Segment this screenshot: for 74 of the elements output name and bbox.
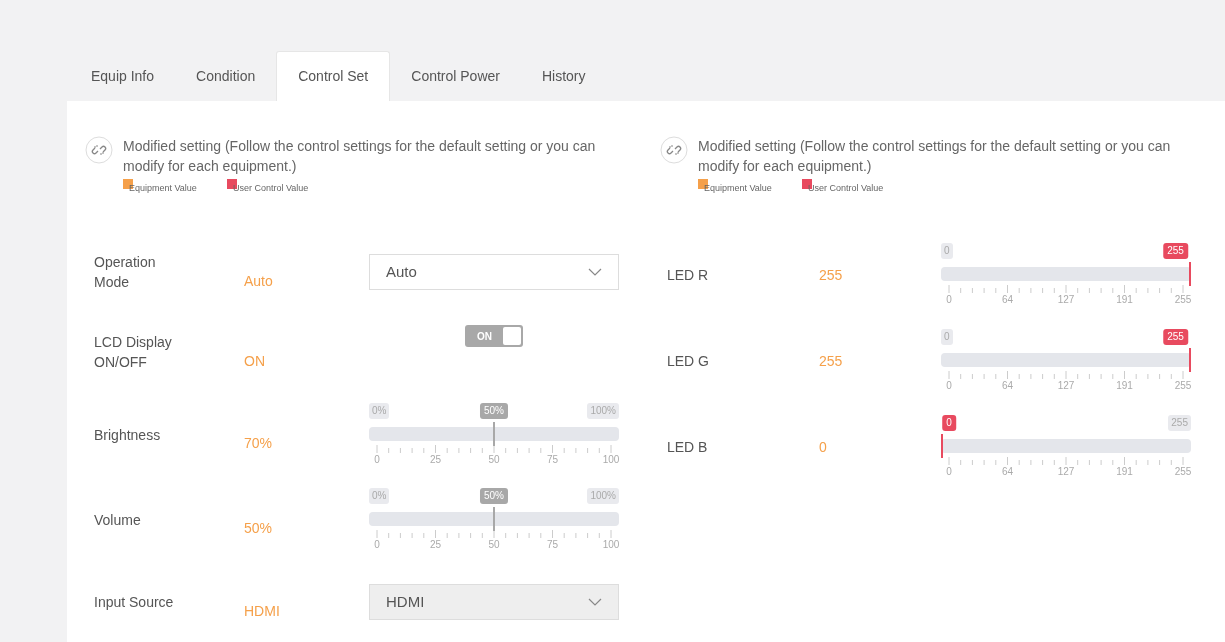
slider-tick-label: 0: [946, 379, 952, 393]
equipment-value: 0: [819, 437, 828, 457]
slider-track[interactable]: [941, 348, 1191, 372]
slider-max-label: 100%: [587, 402, 619, 419]
slider-value-bubble: 50%: [480, 487, 508, 504]
slider-tick-label: 75: [546, 537, 559, 552]
slider-max-label: 255: [1168, 415, 1191, 431]
slider-tick-label: 0: [946, 465, 952, 479]
slider-tick-label: 64: [1001, 293, 1014, 307]
equipment-value: ON: [244, 351, 266, 371]
slider-tick-label: 50: [488, 452, 500, 467]
slider-tick-label: 191: [1116, 465, 1133, 479]
equipment-value: 255: [819, 265, 844, 285]
dropdown-select[interactable]: Auto: [369, 254, 619, 290]
slider-min-label: 0%: [369, 487, 390, 504]
setting-label: Input Source: [94, 593, 175, 612]
slider-value-bubble: 50%: [480, 402, 508, 419]
slider-tick-label: 100: [602, 537, 620, 552]
setting-label: LED R: [667, 266, 710, 285]
slider-tick-label: 50: [488, 537, 500, 552]
slider-track[interactable]: [369, 506, 619, 531]
setting-label: Volume: [94, 510, 142, 530]
tab[interactable]: Control Power: [390, 51, 521, 101]
tab[interactable]: Control Set: [276, 51, 391, 101]
legend-label: User Control Value: [232, 182, 309, 194]
slider-track[interactable]: [369, 421, 619, 446]
slider-track[interactable]: [941, 434, 1191, 458]
modified-setting-note: Modified setting (Follow the control settings for the default setting or you can modify for each equipment.): [698, 137, 1172, 176]
slider-tick-label: 64: [1001, 379, 1014, 393]
slider-max-label: 100%: [587, 487, 619, 504]
broken-link-icon: [660, 136, 688, 164]
legend-label: Equipment Value: [704, 182, 772, 194]
slider-track[interactable]: [941, 262, 1191, 286]
equipment-value: Auto: [244, 271, 274, 291]
setting-label: LED B: [667, 438, 709, 457]
slider-tick-label: 0: [374, 452, 380, 467]
slider-tick-label: 255: [1174, 379, 1192, 393]
slider-tick-label: 127: [1057, 379, 1075, 393]
slider-tick-label: 255: [1174, 293, 1192, 307]
tab[interactable]: History: [520, 51, 607, 101]
equipment-value: 70%: [244, 434, 274, 453]
slider-min-label: 0: [941, 329, 953, 345]
slider-min-label: 0%: [369, 402, 390, 419]
slider-tick-label: 255: [1174, 465, 1192, 479]
tab[interactable]: Equip Info: [70, 51, 176, 101]
slider-tick-label: 191: [1116, 293, 1133, 307]
legend-label: User Control Value: [807, 182, 884, 194]
slider-tick-label: 25: [429, 537, 442, 552]
setting-label: Operation Mode: [94, 253, 157, 292]
slider-value-bubble: 255: [1163, 329, 1188, 345]
chevron-down-icon: [588, 598, 602, 606]
slider-value-bubble: 255: [1163, 243, 1188, 259]
equipment-value: 50%: [244, 519, 274, 538]
modified-setting-note: Modified setting (Follow the control settings for the default setting or you can modify for each equipment.): [123, 137, 597, 176]
slider-min-label: 0: [941, 243, 953, 259]
slider-tick-label: 127: [1057, 293, 1075, 307]
chevron-down-icon: [588, 268, 602, 276]
slider-tick-label: 0: [946, 293, 952, 307]
setting-label: Brightness: [94, 425, 162, 445]
equipment-value: 255: [819, 351, 844, 371]
equipment-value: HDMI: [244, 601, 281, 621]
slider-tick-label: 191: [1116, 379, 1133, 393]
broken-link-icon: [85, 136, 113, 164]
slider-tick-label: 64: [1001, 465, 1014, 479]
setting-label: LCD Display ON/OFF: [94, 333, 173, 372]
slider-tick-label: 100: [602, 452, 620, 467]
legend-label: Equipment Value: [129, 182, 197, 194]
slider-tick-label: 25: [429, 452, 442, 467]
slider-value-bubble: 0: [942, 415, 956, 431]
slider-tick-label: 75: [546, 452, 559, 467]
slider-tick-label: 0: [374, 537, 380, 552]
slider-tick-label: 127: [1057, 465, 1075, 479]
setting-label: LED G: [667, 352, 710, 371]
tab[interactable]: Condition: [175, 51, 277, 101]
